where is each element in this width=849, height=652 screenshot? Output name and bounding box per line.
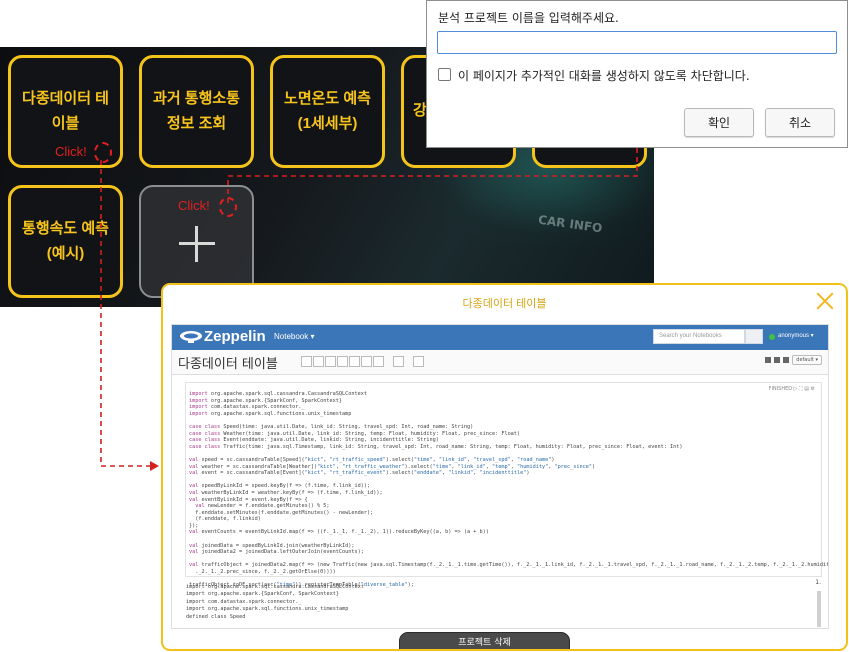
tile-past-traffic-info[interactable]: 과거 통행소통 정보 조회 (139, 55, 254, 168)
tile-road-temp-prediction[interactable]: 노면온도 예측 (1세세부) (270, 55, 385, 168)
notebook-menu[interactable]: Notebook ▾ (274, 332, 314, 341)
clone-icon[interactable] (349, 356, 360, 367)
user-menu[interactable]: anonymous ▾ (778, 332, 814, 339)
export-icon[interactable] (361, 356, 372, 367)
prompt-message: 분석 프로젝트 이름을 입력해주세요. (438, 11, 619, 25)
project-name-prompt: 분석 프로젝트 이름을 입력해주세요. 이 페이지가 추가적인 대화를 생성하지… (426, 0, 848, 148)
tile-label: 과거 통행소통 정보 조회 (153, 89, 240, 132)
schedule-icon[interactable] (413, 356, 424, 367)
search-icon[interactable] (745, 329, 763, 344)
tile-label: 노면온도 예측 (1세세부) (284, 89, 371, 132)
click-marker-circle (94, 142, 112, 163)
run-all-icon[interactable] (301, 356, 312, 367)
note-title[interactable]: 다종데이터 테이블 (178, 353, 278, 372)
show-code-icon[interactable] (313, 356, 324, 367)
notebook-search-input[interactable]: Search your Notebooks (653, 329, 745, 344)
tile-speed-prediction[interactable]: 통행속도 예측 (예시) (8, 185, 123, 298)
close-icon[interactable] (816, 292, 834, 310)
output-text: import org.apache.spark.sql.cassandra.Ca… (186, 584, 365, 620)
click-annotation: Click! (178, 198, 210, 213)
status-dot-icon (769, 334, 775, 340)
confirm-button[interactable]: 확인 (684, 108, 754, 137)
version-icon[interactable] (373, 356, 384, 367)
tile-label: 강 (413, 102, 427, 120)
lock-icon[interactable] (783, 357, 790, 363)
clear-output-icon[interactable] (337, 356, 348, 367)
zeppelin-brand[interactable]: Zeppelin (204, 328, 266, 345)
project-modal: 다종데이터 테이블 Zeppelin Notebook ▾ Search you… (161, 283, 848, 651)
interpreter-select[interactable]: default ▾ (792, 355, 822, 365)
note-right-toolbar: default ▾ (765, 355, 822, 365)
code-editor[interactable]: import org.apache.spark.sql.cassandra.Ca… (189, 391, 828, 589)
output-page-number: 1. (815, 579, 821, 586)
zeppelin-navbar: Zeppelin Notebook ▾ Search your Notebook… (172, 325, 828, 350)
tile-label: 통행속도 예측 (예시) (22, 219, 109, 262)
block-dialogs-label: 이 페이지가 추가적인 대화를 생성하지 않도록 차단합니다. (458, 69, 750, 83)
note-titlebar: 다종데이터 테이블 default ▾ (172, 350, 828, 375)
zeppelin-logo-icon (180, 331, 202, 343)
gear-icon[interactable] (774, 357, 781, 363)
delete-project-button[interactable]: 프로젝트 삭제 (399, 632, 570, 649)
keyboard-icon[interactable] (765, 357, 772, 363)
block-dialogs-checkbox[interactable] (438, 68, 451, 81)
cancel-button[interactable]: 취소 (765, 108, 835, 137)
note-toolbar (301, 356, 424, 367)
click-annotation: Click! (55, 144, 87, 159)
tile-label: 다종데이터 테 이블 (22, 89, 109, 132)
trash-icon[interactable] (393, 356, 404, 367)
zeppelin-frame: Zeppelin Notebook ▾ Search your Notebook… (171, 324, 829, 629)
paragraph-output: import org.apache.spark.sql.cassandra.Ca… (186, 577, 823, 628)
show-output-icon[interactable] (325, 356, 336, 367)
code-paragraph[interactable]: FINISHED ▷ ⛶ ▤ ⚙ import org.apache.spark… (185, 382, 828, 588)
output-scrollbar[interactable] (817, 591, 821, 627)
plus-icon-vertical (195, 226, 198, 262)
project-name-input[interactable] (437, 31, 837, 54)
arrow-head-modal (150, 461, 159, 471)
click-marker-circle (219, 197, 237, 217)
modal-title: 다종데이터 테이블 (462, 298, 547, 310)
